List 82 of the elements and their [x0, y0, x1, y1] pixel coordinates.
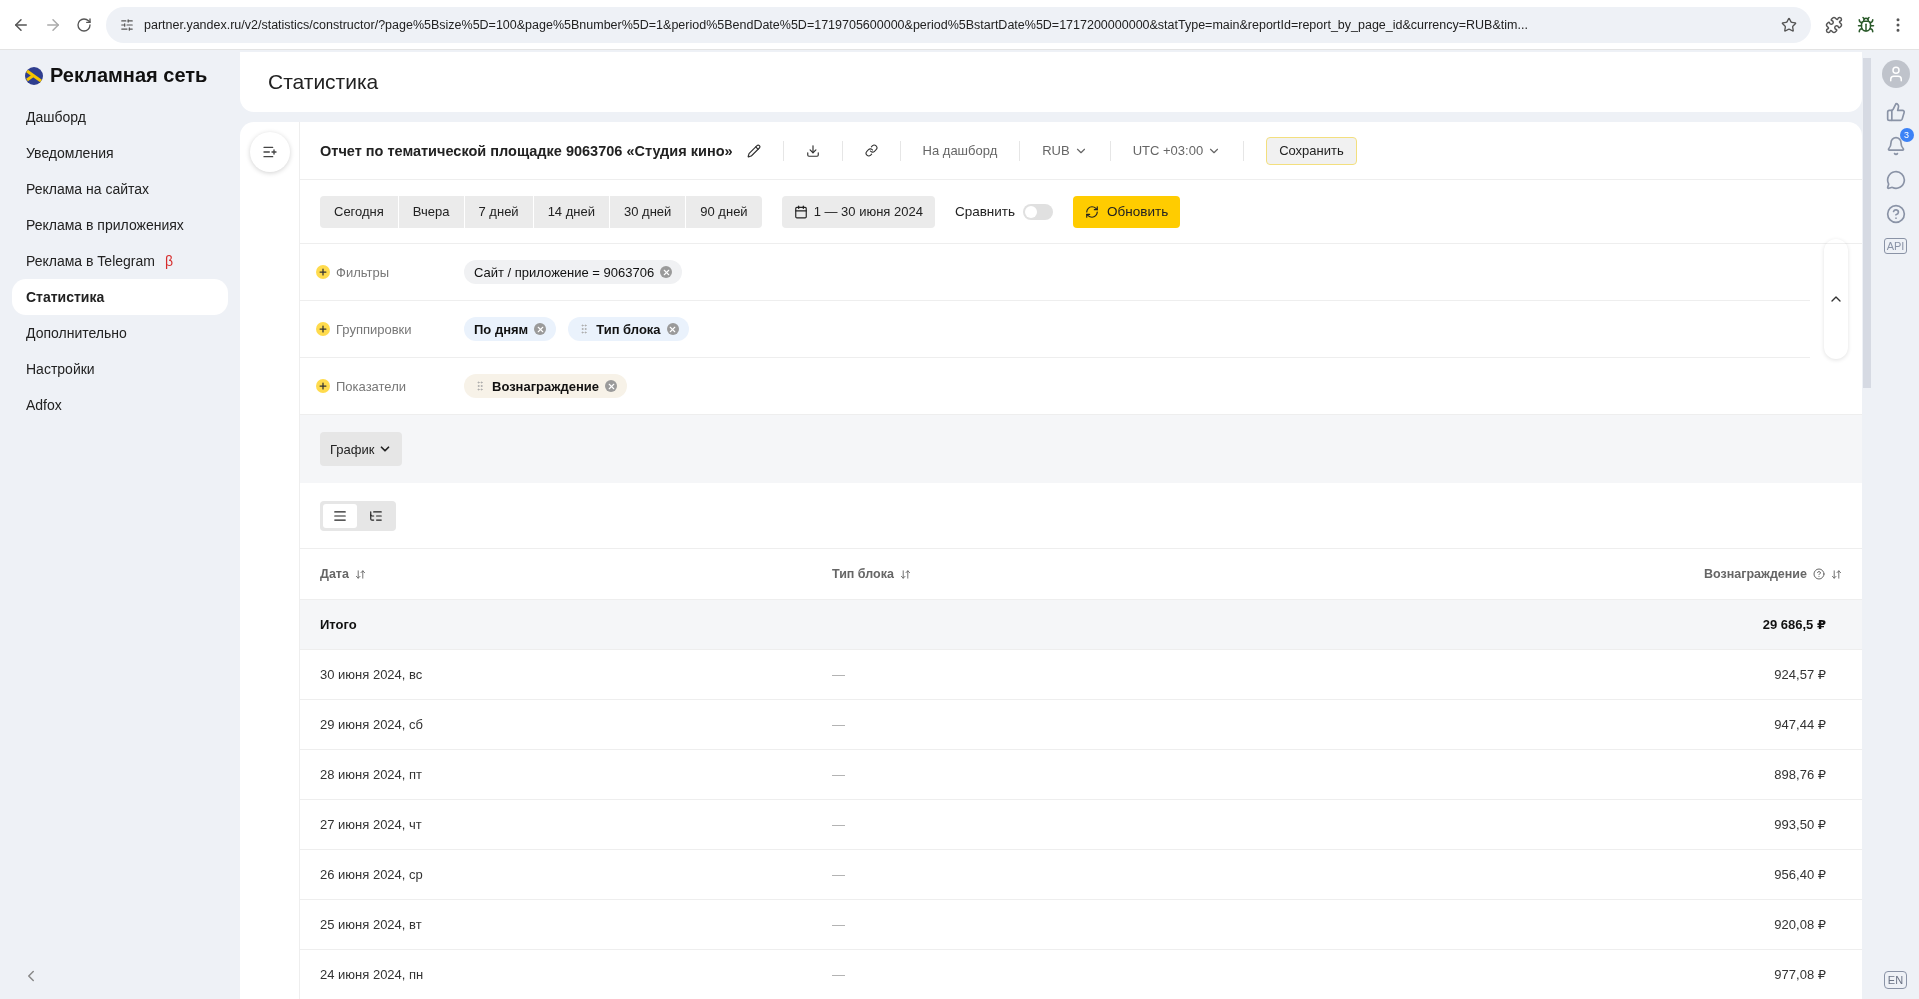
period-button[interactable]: Сегодня — [320, 195, 398, 228]
dashboard-link[interactable]: На дашборд — [922, 143, 998, 159]
help-icon[interactable] — [1813, 568, 1825, 580]
link-icon[interactable] — [864, 144, 878, 158]
tree-list-icon — [369, 508, 383, 523]
drag-handle-icon[interactable] — [474, 380, 486, 393]
add-icon[interactable] — [316, 322, 330, 337]
table-cell: Итого — [300, 599, 812, 649]
chip[interactable]: Тип блока — [568, 317, 689, 342]
language-button[interactable]: EN — [1883, 971, 1908, 989]
url-text: partner.yandex.ru/v2/statistics/constructor/?page%5Bsize%5D=100&page%5Bnumber%5D=1&period%5BendDate%5D=1719705600000&period%5BstartDate%5D=1717200000000&statType=main&reportId=report_by_page_id&currency=RUB&tim... — [144, 17, 1529, 32]
sidebar-item[interactable]: Реклама в приложениях — [12, 207, 228, 243]
table-cell: — — [832, 817, 845, 832]
timezone-select[interactable]: UTC +03:00 — [1132, 143, 1222, 159]
period-button[interactable]: Вчера — [398, 195, 464, 228]
section-label: Группировки — [336, 321, 412, 337]
sort-icon[interactable] — [354, 568, 366, 580]
sidebar-item[interactable]: Дополнительно — [12, 315, 228, 351]
currency-select[interactable]: RUB — [1042, 143, 1088, 159]
sort-icon[interactable] — [899, 568, 911, 580]
column-header[interactable]: Дата — [300, 549, 812, 599]
period-button[interactable]: 30 дней — [609, 195, 686, 228]
report-title: Отчет по тематической площадке 9063706 «Студия кино» — [320, 142, 733, 159]
sidebar-item[interactable]: Дашборд — [12, 99, 228, 135]
section-label: Фильтры — [336, 264, 389, 280]
sort-icon[interactable] — [1831, 568, 1842, 580]
period-button[interactable]: 14 дней — [533, 195, 609, 228]
chart-dropdown[interactable]: График — [320, 432, 403, 467]
compare-label: Сравнить — [954, 204, 1016, 220]
bug-icon[interactable] — [1857, 15, 1875, 34]
list-plus-icon — [261, 144, 278, 160]
sidebar-item[interactable]: Реклама в Telegram β — [12, 243, 228, 279]
site-settings-icon[interactable] — [120, 17, 134, 32]
period-button[interactable]: 7 дней — [464, 195, 533, 228]
logo-icon — [24, 65, 44, 86]
column-header[interactable]: Вознаграждение — [1337, 549, 1862, 599]
add-icon[interactable] — [316, 265, 330, 280]
sidebar-item[interactable]: Adfox — [12, 387, 228, 423]
reload-icon[interactable] — [76, 16, 92, 33]
refresh-icon — [1085, 204, 1100, 219]
chat-icon[interactable] — [1885, 170, 1906, 190]
table-cell: — — [832, 717, 845, 732]
table-cell: — — [832, 667, 845, 682]
calendar-icon — [793, 204, 808, 219]
logo-text: Рекламная сеть — [50, 64, 208, 87]
save-button[interactable]: Сохранить — [1266, 136, 1357, 165]
table-cell: — — [832, 867, 845, 882]
add-icon[interactable] — [316, 379, 330, 394]
thumbs-up-icon[interactable] — [1885, 102, 1906, 122]
sidebar-item[interactable]: Статистика — [12, 279, 228, 315]
sidebar-item[interactable]: Настройки — [12, 351, 228, 387]
beta-label: β — [164, 253, 173, 269]
edit-icon[interactable] — [746, 143, 761, 158]
address-bar[interactable] — [106, 6, 1811, 43]
column-header[interactable]: Тип блока — [812, 549, 1337, 599]
table-cell: 29 686,5 ₽ — [1337, 599, 1862, 649]
table-cell: — — [832, 917, 845, 932]
refresh-button[interactable]: Обновить — [1073, 195, 1181, 228]
sidebar-item[interactable]: Уведомления — [12, 135, 228, 171]
list-view-button[interactable] — [323, 503, 357, 528]
table-cell: — — [832, 967, 845, 982]
lines-icon — [333, 508, 347, 523]
table-cell: — — [832, 767, 845, 782]
remove-icon[interactable] — [666, 323, 679, 336]
chip[interactable]: По дням — [464, 317, 557, 342]
download-icon[interactable] — [805, 143, 820, 158]
bookmark-star-icon[interactable] — [1781, 16, 1797, 33]
notification-count: 3 — [1899, 128, 1914, 142]
remove-icon[interactable] — [660, 266, 673, 279]
section-label: Показатели — [336, 378, 406, 394]
remove-icon[interactable] — [534, 323, 547, 336]
chip[interactable]: Сайт / приложение = 9063706 — [464, 260, 683, 285]
sidebar-item[interactable]: Реклама на сайтах — [12, 171, 228, 207]
remove-icon[interactable] — [605, 380, 618, 393]
chip[interactable]: Вознаграждение — [464, 374, 628, 399]
help-icon[interactable] — [1885, 204, 1906, 224]
bell-icon[interactable] — [1885, 136, 1906, 156]
extensions-icon[interactable] — [1825, 15, 1843, 34]
date-range-button[interactable]: 1 — 30 июня 2024 — [781, 195, 935, 228]
page-title: Статистика — [268, 70, 379, 94]
compare-switch[interactable] — [1023, 203, 1054, 220]
period-button[interactable]: 90 дней — [686, 195, 762, 228]
